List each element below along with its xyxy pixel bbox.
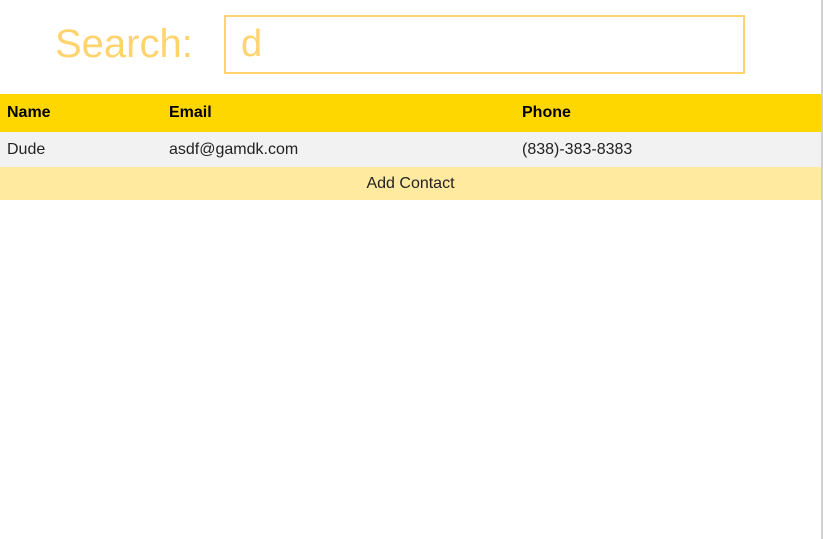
add-contact-button[interactable]: Add Contact (0, 167, 821, 200)
table-header-row: Name Email Phone (0, 94, 821, 132)
column-header-phone[interactable]: Phone (515, 94, 821, 132)
search-bar: Search: (0, 15, 821, 74)
table-row[interactable]: Dude asdf@gamdk.com (838)-383-8383 (0, 132, 821, 167)
add-contact-row[interactable]: Add Contact (0, 167, 821, 200)
search-label: Search: (55, 22, 193, 66)
cell-phone: (838)-383-8383 (515, 132, 821, 167)
column-header-email[interactable]: Email (162, 94, 515, 132)
contacts-table: Name Email Phone Dude asdf@gamdk.com (83… (0, 94, 821, 200)
search-input[interactable] (224, 15, 745, 74)
cell-email: asdf@gamdk.com (162, 132, 515, 167)
cell-name: Dude (0, 132, 162, 167)
column-header-name[interactable]: Name (0, 94, 162, 132)
page: Search: Name Email Phone Dude asdf@gamdk… (0, 0, 823, 539)
